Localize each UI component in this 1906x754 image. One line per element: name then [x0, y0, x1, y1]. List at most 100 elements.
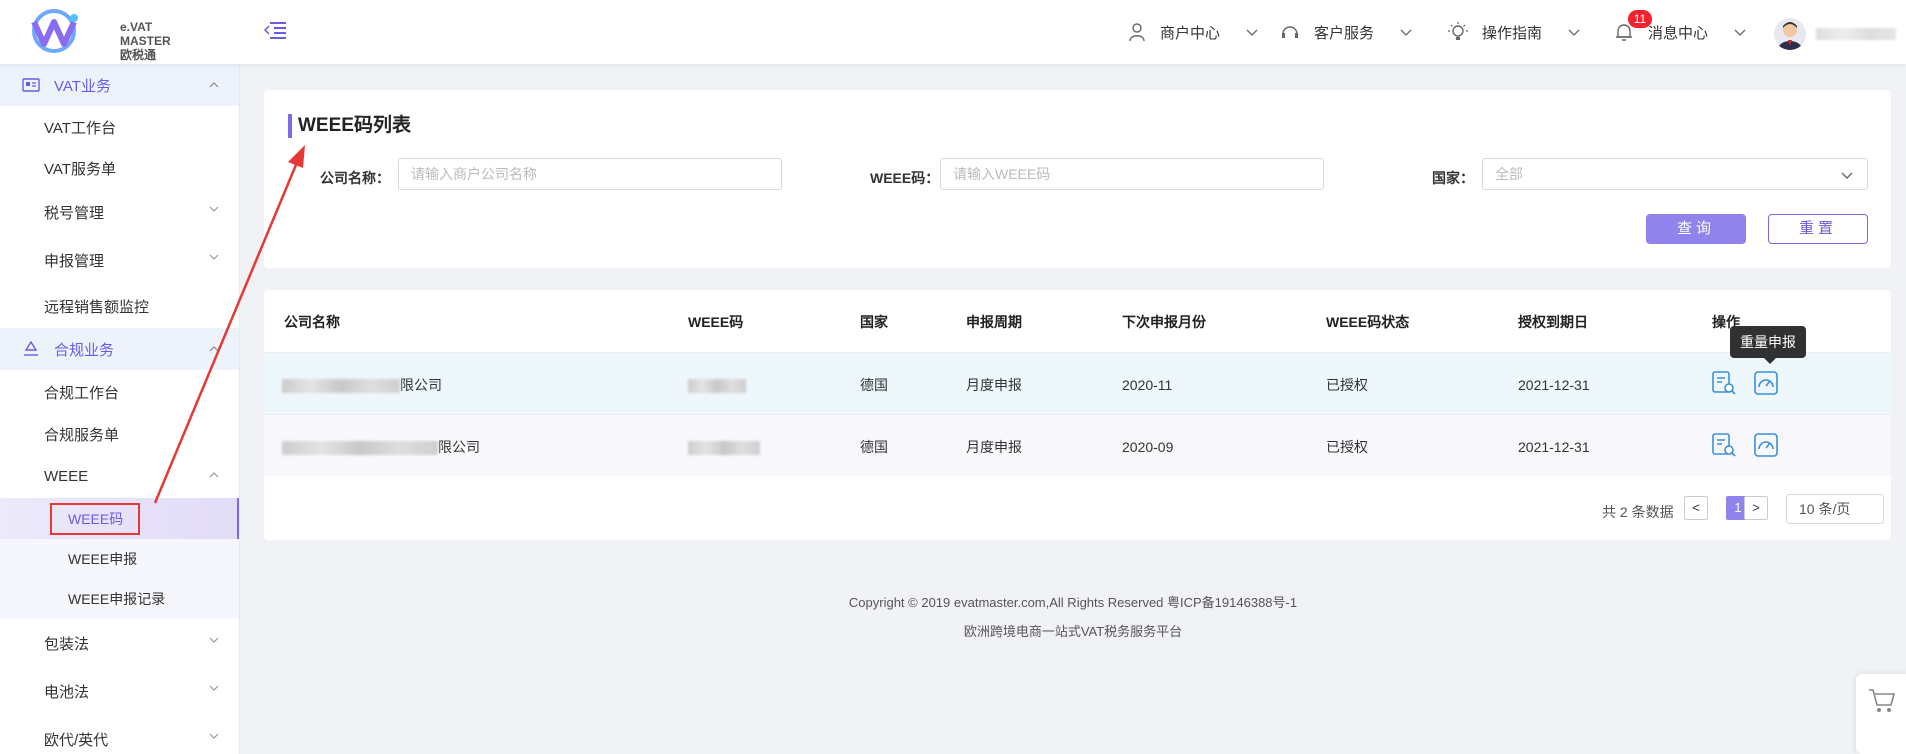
avatar-icon — [1778, 22, 1802, 50]
sidebar-item-vat-workbench[interactable]: VAT工作台 — [0, 106, 239, 148]
query-button[interactable]: 查询 — [1646, 214, 1746, 244]
sidebar-item-weee-records[interactable]: WEEE申报记录 — [0, 579, 239, 619]
sidebar-item-distance-sales[interactable]: 远程销售额监控 — [0, 284, 239, 328]
sidebar-group-vat[interactable]: VAT业务 — [0, 64, 239, 106]
logo-text: e.VAT MASTER 欧税通 — [120, 20, 171, 62]
company-name-input[interactable] — [398, 158, 782, 190]
sidebar-item-weee-filing[interactable]: WEEE申报 — [0, 539, 239, 579]
table-panel: 公司名称 WEEE码 国家 申报周期 下次申报月份 WEEE码状态 授权到期日 … — [264, 290, 1891, 540]
country-label: 国家： — [1432, 170, 1474, 186]
sidebar-item-eu-uk-rep[interactable]: 欧代/英代 — [0, 715, 239, 754]
view-detail-icon[interactable] — [1710, 369, 1738, 397]
sidebar-item-label: WEEE申报记录 — [68, 591, 166, 607]
cart-widget[interactable] — [1856, 674, 1906, 754]
sidebar-item-battery-law[interactable]: 电池法 — [0, 667, 239, 715]
country-select[interactable]: 全部 — [1482, 158, 1868, 190]
chevron-up-icon — [209, 472, 219, 478]
shopping-cart-icon — [1869, 689, 1896, 712]
col-cycle: 申报周期 — [966, 314, 1022, 330]
company-suffix: 限公司 — [438, 439, 480, 455]
sidebar-item-label: VAT服务单 — [44, 160, 116, 178]
cell-cycle: 月度申报 — [966, 439, 1022, 455]
col-weee-code: WEEE码 — [688, 314, 744, 330]
logo-icon — [31, 9, 78, 53]
cell-company: 限公司 — [282, 375, 442, 395]
tooltip: 重量申报 — [1730, 326, 1806, 364]
title-accent-bar — [288, 114, 292, 138]
sidebar-item-label: 申报管理 — [44, 252, 105, 270]
prev-page-button[interactable]: < — [1684, 496, 1708, 520]
page-size-select[interactable]: 10 条/页 — [1786, 494, 1884, 524]
next-page-button[interactable]: > — [1744, 496, 1768, 520]
sidebar-item-label: 税号管理 — [44, 204, 105, 222]
sidebar-item-compliance-orders[interactable]: 合规服务单 — [0, 414, 239, 454]
search-panel: WEEE码列表 公司名称： WEEE码： 国家： 全部 查询 重置 — [264, 90, 1891, 268]
sidebar-item-packaging-law[interactable]: 包装法 — [0, 619, 239, 667]
col-next-month: 下次申报月份 — [1122, 314, 1206, 330]
reset-button[interactable]: 重置 — [1768, 214, 1868, 244]
top-header: e.VAT MASTER 欧税通 商户中心 客户服务 操作指南 消息中心 11 — [0, 0, 1906, 64]
customer-service-label: 客户服务 — [1314, 24, 1375, 42]
footer-copyright: Copyright © 2019 evatmaster.com,All Righ… — [848, 595, 1298, 610]
sidebar-group-compliance[interactable]: 合规业务 — [0, 328, 239, 370]
username-redacted — [1816, 28, 1896, 40]
sidebar-item-label: 合规服务单 — [44, 426, 120, 444]
weee-code-label: WEEE码： — [870, 170, 940, 186]
table-header: 公司名称 WEEE码 国家 申报周期 下次申报月份 WEEE码状态 授权到期日 … — [264, 290, 1891, 352]
chevron-down-icon — [209, 733, 219, 739]
chevron-down-icon — [1400, 29, 1412, 36]
user-icon — [1129, 23, 1145, 42]
chevron-up-icon — [209, 346, 219, 352]
chevron-down-icon — [209, 254, 219, 260]
sidebar-item-label: 远程销售额监控 — [44, 298, 150, 316]
col-country: 国家 — [860, 314, 888, 330]
collapse-menu-icon[interactable] — [264, 20, 286, 40]
logo-line-3: 欧税通 — [120, 48, 157, 62]
merchant-center-menu[interactable]: 商户中心 — [1128, 18, 1258, 46]
chevron-down-icon — [1734, 29, 1746, 36]
table-row: 限公司 德国 月度申报 2020-09 已授权 2021-12-31 — [264, 414, 1891, 476]
sidebar-item-tax-number[interactable]: 税号管理 — [0, 188, 239, 236]
redacted-text — [282, 379, 400, 394]
brand-logo[interactable]: e.VAT MASTER 欧税通 — [28, 8, 171, 62]
chevron-up-icon — [209, 82, 219, 88]
sidebar-item-label: VAT工作台 — [44, 119, 116, 137]
cell-cycle: 月度申报 — [966, 377, 1022, 393]
redacted-text — [282, 441, 438, 456]
sidebar-item-compliance-workbench[interactable]: 合规工作台 — [0, 370, 239, 414]
footer-slogan: 欧洲跨境电商一站式VAT税务服务平台 — [963, 624, 1183, 639]
chevron-down-icon — [1841, 172, 1853, 179]
weight-report-icon[interactable] — [1752, 369, 1780, 397]
cell-weee-code — [688, 437, 760, 457]
cell-next-month: 2020-11 — [1122, 377, 1173, 393]
redacted-text — [688, 379, 746, 394]
sidebar: VAT业务 VAT工作台 VAT服务单 税号管理 申报管理 远程销售额监控 合规… — [0, 64, 240, 754]
recycle-icon — [24, 341, 38, 356]
headset-icon — [1282, 26, 1298, 38]
guide-menu[interactable]: 操作指南 — [1448, 18, 1580, 46]
view-detail-icon[interactable] — [1710, 431, 1738, 459]
avatar[interactable] — [1774, 18, 1806, 50]
cell-status: 已授权 — [1326, 377, 1368, 393]
sidebar-group-label: VAT业务 — [54, 77, 111, 95]
customer-service-menu[interactable]: 客户服务 — [1280, 18, 1412, 46]
table-row: 限公司 德国 月度申报 2020-11 已授权 2021-12-31 — [264, 352, 1891, 414]
cell-company: 限公司 — [282, 437, 480, 457]
weee-code-input[interactable] — [940, 158, 1324, 190]
cell-next-month: 2020-09 — [1122, 439, 1174, 455]
sidebar-item-filing[interactable]: 申报管理 — [0, 236, 239, 284]
guide-label: 操作指南 — [1482, 24, 1543, 42]
weight-report-icon[interactable] — [1752, 431, 1780, 459]
sidebar-item-label: WEEE申报 — [68, 551, 138, 567]
cell-country: 德国 — [860, 377, 888, 393]
col-company: 公司名称 — [284, 314, 340, 330]
sidebar-item-weee[interactable]: WEEE — [0, 454, 239, 498]
sidebar-item-vat-service-orders[interactable]: VAT服务单 — [0, 148, 239, 188]
cell-expiry: 2021-12-31 — [1518, 377, 1590, 393]
page-title: WEEE码列表 — [298, 115, 411, 136]
sidebar-item-label: 合规工作台 — [44, 384, 120, 402]
lightbulb-icon — [1448, 22, 1468, 40]
company-name-label: 公司名称： — [320, 170, 390, 186]
sidebar-group-label: 合规业务 — [54, 341, 115, 359]
annotation-highlight-box — [50, 503, 140, 535]
